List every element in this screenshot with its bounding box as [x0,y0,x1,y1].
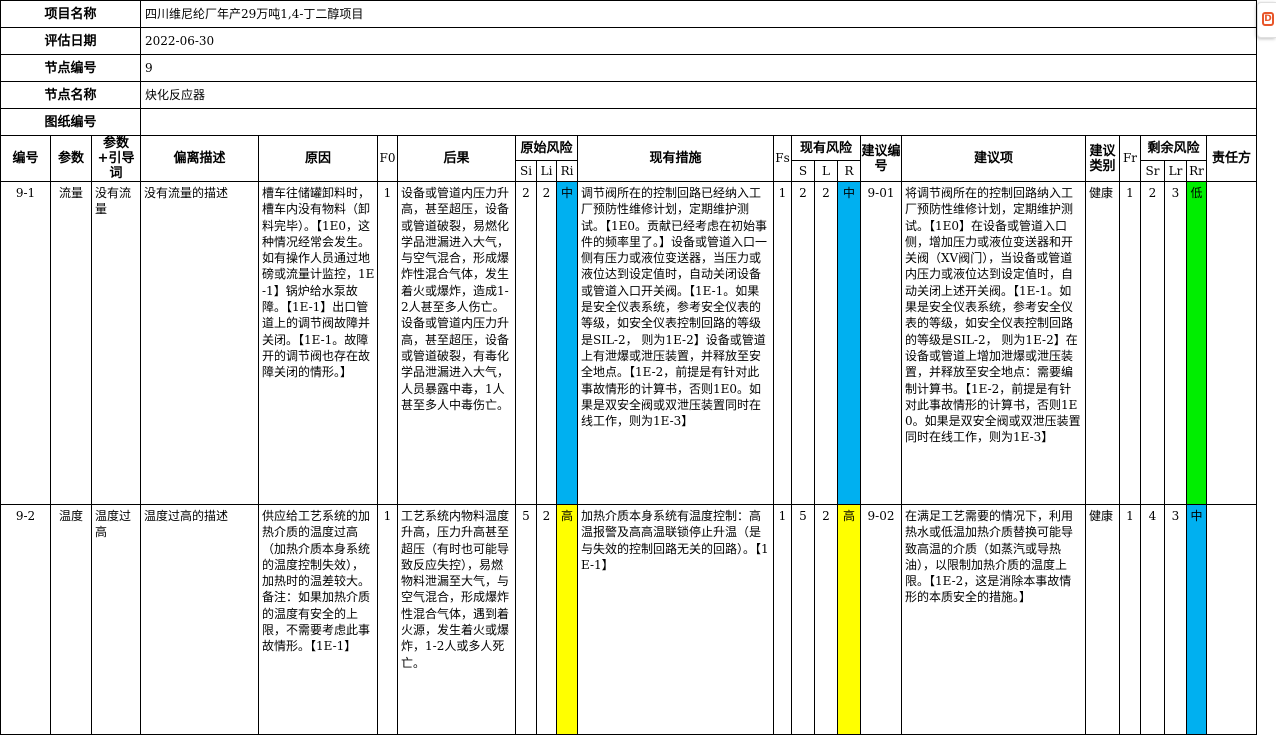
row-rec-no[interactable]: 9-02 [860,504,902,735]
row-si[interactable]: 2 [515,181,537,505]
node-name-value[interactable]: 炔化反应器 [140,81,1257,109]
row-rr-badge[interactable]: 低 [1186,181,1207,505]
row-consequence[interactable]: 工艺系统内物料温度升高，压力升高甚至超压（有时也可能导致反应失控），易燃物料泄漏… [397,504,516,735]
row-no[interactable]: 9-1 [0,181,51,505]
node-name-row: 节点名称 炔化反应器 [0,81,1257,109]
row-sr[interactable]: 2 [1140,181,1165,505]
row-fr[interactable]: 1 [1119,181,1141,505]
col-orig-risk: 原始风险 [515,134,578,162]
row-owner[interactable] [1206,181,1257,505]
row-fr[interactable]: 1 [1119,504,1141,735]
eval-date-row: 评估日期 2022-06-30 [0,27,1257,55]
row-consequence[interactable]: 设备或管道内压力升高，甚至超压，设备或管道破裂，易燃化学品泄漏进入大气，与空气混… [397,181,516,505]
col-ri: Ri [556,160,578,182]
col-si: Si [515,160,537,182]
col-lr: Lr [1164,160,1187,182]
office-logo-icon: D [1262,12,1274,26]
office-assistant-icon[interactable]: D [1257,2,1276,38]
col-cause: 原因 [258,135,378,182]
col-r: R [837,160,861,182]
col-li: Li [536,160,557,182]
row-li[interactable]: 2 [536,504,557,735]
col-no: 编号 [0,135,51,182]
col-sr: Sr [1140,160,1165,182]
row-f0[interactable]: 1 [377,181,398,505]
drawing-no-value[interactable] [140,108,1257,136]
col-fs: Fs [773,135,792,182]
row-measures[interactable]: 加热介质本身系统有温度控制：高温报警及高高温联锁停止升温（是与失效的控制回路无关… [577,504,774,735]
column-header-row: 编号 参数 参数+引导词 偏离描述 原因 F0 后果 原始风险 现有措施 Fs … [0,134,1257,182]
eval-date-value[interactable]: 2022-06-30 [140,27,1257,55]
col-consequence: 后果 [397,135,516,182]
col-deviation: 偏离描述 [140,135,259,182]
row-cause[interactable]: 槽车往储罐卸料时，槽车内没有物料（卸料完毕）。【1E0，这种情况经常会发生。如有… [258,181,378,505]
row-fs[interactable]: 1 [773,504,792,735]
table-row: 9-1 流量 没有流量 没有流量的描述 槽车往储罐卸料时，槽车内没有物料（卸料完… [0,181,1257,505]
row-fs[interactable]: 1 [773,181,792,505]
node-name-label: 节点名称 [0,81,141,109]
col-s: S [791,160,815,182]
row-l[interactable]: 2 [814,504,838,735]
project-name-value[interactable]: 四川维尼纶厂年产29万吨1,4-丁二醇项目 [140,0,1257,28]
row-deviation[interactable]: 没有流量的描述 [140,181,259,505]
row-rec-no[interactable]: 9-01 [860,181,902,505]
drawing-no-row: 图纸编号 [0,108,1257,136]
row-owner[interactable] [1206,504,1257,735]
table-row: 9-2 温度 温度过高 温度过高的描述 供应给工艺系统的加热介质的温度过高（加热… [0,504,1257,735]
row-lr[interactable]: 3 [1164,181,1187,505]
row-f0[interactable]: 1 [377,504,398,735]
col-rec-no: 建议编号 [860,135,902,182]
node-no-value[interactable]: 9 [140,54,1257,82]
row-ri-badge[interactable]: 中 [556,181,578,505]
row-param[interactable]: 温度 [50,504,92,735]
row-guide[interactable]: 温度过高 [91,504,141,735]
row-sr[interactable]: 4 [1140,504,1165,735]
row-guide[interactable]: 没有流量 [91,181,141,505]
col-rec-type: 建议类别 [1085,135,1120,182]
col-current-risk: 现有风险 [791,134,861,162]
col-owner: 责任方 [1206,135,1257,182]
row-li[interactable]: 2 [536,181,557,505]
drawing-no-label: 图纸编号 [0,108,141,136]
project-name-label: 项目名称 [0,0,141,28]
col-residual-risk: 剩余风险 [1140,134,1207,162]
node-no-row: 节点编号 9 [0,54,1257,82]
row-si[interactable]: 5 [515,504,537,735]
hazop-worksheet: 项目名称 四川维尼纶厂年产29万吨1,4-丁二醇项目 评估日期 2022-06-… [0,0,1257,735]
row-lr[interactable]: 3 [1164,504,1187,735]
row-no[interactable]: 9-2 [0,504,51,735]
row-recommendation[interactable]: 在满足工艺需要的情况下，利用热水或低温加热介质替换可能导致高温的介质（如蒸汽或导… [901,504,1086,735]
col-rr: Rr [1186,160,1207,182]
col-recommendation: 建议项 [901,135,1086,182]
col-fr: Fr [1119,135,1141,182]
row-param[interactable]: 流量 [50,181,92,505]
row-ri-badge[interactable]: 高 [556,504,578,735]
col-f0: F0 [377,135,398,182]
row-rec-type[interactable]: 健康 [1085,504,1120,735]
row-rec-type[interactable]: 健康 [1085,181,1120,505]
col-l: L [814,160,838,182]
col-measures: 现有措施 [577,135,774,182]
col-param: 参数 [50,135,92,182]
row-deviation[interactable]: 温度过高的描述 [140,504,259,735]
row-s[interactable]: 2 [791,181,815,505]
row-rr-badge[interactable]: 中 [1186,504,1207,735]
eval-date-label: 评估日期 [0,27,141,55]
project-name-row: 项目名称 四川维尼纶厂年产29万吨1,4-丁二醇项目 [0,0,1257,28]
row-r-badge[interactable]: 高 [837,504,861,735]
row-recommendation[interactable]: 将调节阀所在的控制回路纳入工厂预防性维修计划，定期维护测试。【1E0】在设备或管… [901,181,1086,505]
row-measures[interactable]: 调节阀所在的控制回路已经纳入工厂预防性维修计划，定期维护测试。【1E0。贡献已经… [577,181,774,505]
row-cause[interactable]: 供应给工艺系统的加热介质的温度过高（加热介质本身系统的温度控制失效），加热时的温… [258,504,378,735]
node-no-label: 节点编号 [0,54,141,82]
row-s[interactable]: 5 [791,504,815,735]
col-guide: 参数+引导词 [91,135,141,182]
row-l[interactable]: 2 [814,181,838,505]
row-r-badge[interactable]: 中 [837,181,861,505]
